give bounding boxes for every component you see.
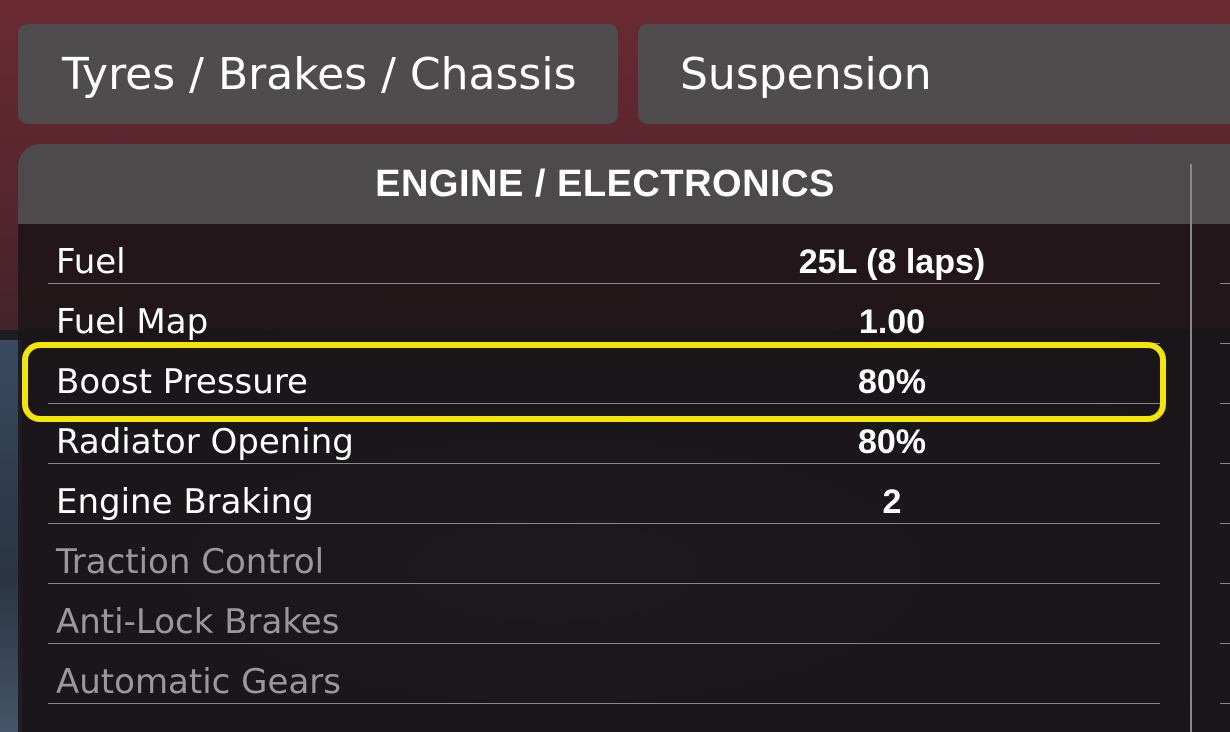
setting-row-fuel[interactable]: Fuel 25L (8 laps)	[48, 224, 1160, 284]
adjacent-row-divider	[1220, 404, 1230, 464]
adjacent-row-divider	[1220, 464, 1230, 524]
adjacent-row-divider	[1220, 644, 1230, 704]
setting-value: 80%	[857, 363, 927, 401]
setting-value: 2	[882, 483, 902, 521]
adjacent-column-rows	[1220, 224, 1230, 704]
adjacent-row-divider	[1220, 224, 1230, 284]
adjacent-row-divider	[1220, 344, 1230, 404]
adjacent-row-divider	[1220, 284, 1230, 344]
engine-electronics-panel: ENGINE / ELECTRONICS Fuel 25L (8 laps) F…	[18, 144, 1230, 732]
setting-value: 80%	[857, 423, 927, 461]
tab-suspension-label: Suspension	[680, 48, 932, 100]
panel-header: ENGINE / ELECTRONICS	[18, 144, 1192, 224]
panel-header-extension	[1192, 144, 1230, 224]
tab-suspension[interactable]: Suspension	[638, 24, 1230, 124]
setting-row-traction-control: Traction Control	[48, 524, 1160, 584]
setting-label: Boost Pressure	[56, 362, 308, 402]
tab-tyres-label: Tyres / Brakes / Chassis	[62, 48, 577, 100]
adjacent-row-divider	[1220, 524, 1230, 584]
setting-row-automatic-gears: Automatic Gears	[48, 644, 1160, 704]
settings-list: Fuel 25L (8 laps) Fuel Map 1.00 Boost Pr…	[48, 224, 1160, 704]
setting-label: Anti-Lock Brakes	[56, 602, 340, 642]
setting-label: Automatic Gears	[56, 662, 341, 702]
setting-value: 1.00	[858, 303, 926, 341]
tab-tyres-brakes-chassis[interactable]: Tyres / Brakes / Chassis	[18, 24, 618, 124]
setting-value: 25L (8 laps)	[798, 243, 986, 281]
setting-row-boost-pressure[interactable]: Boost Pressure 80%	[48, 344, 1160, 404]
setting-label: Traction Control	[56, 542, 325, 582]
setting-label: Radiator Opening	[56, 422, 354, 462]
setting-row-fuel-map[interactable]: Fuel Map 1.00	[48, 284, 1160, 344]
setting-label: Fuel Map	[56, 302, 209, 342]
column-divider	[1190, 164, 1192, 732]
setting-label: Fuel	[56, 242, 126, 282]
setting-label: Engine Braking	[56, 482, 314, 522]
setting-row-radiator-opening[interactable]: Radiator Opening 80%	[48, 404, 1160, 464]
panel-title: ENGINE / ELECTRONICS	[375, 162, 835, 205]
setting-row-engine-braking[interactable]: Engine Braking 2	[48, 464, 1160, 524]
adjacent-row-divider	[1220, 584, 1230, 644]
setting-row-anti-lock-brakes: Anti-Lock Brakes	[48, 584, 1160, 644]
